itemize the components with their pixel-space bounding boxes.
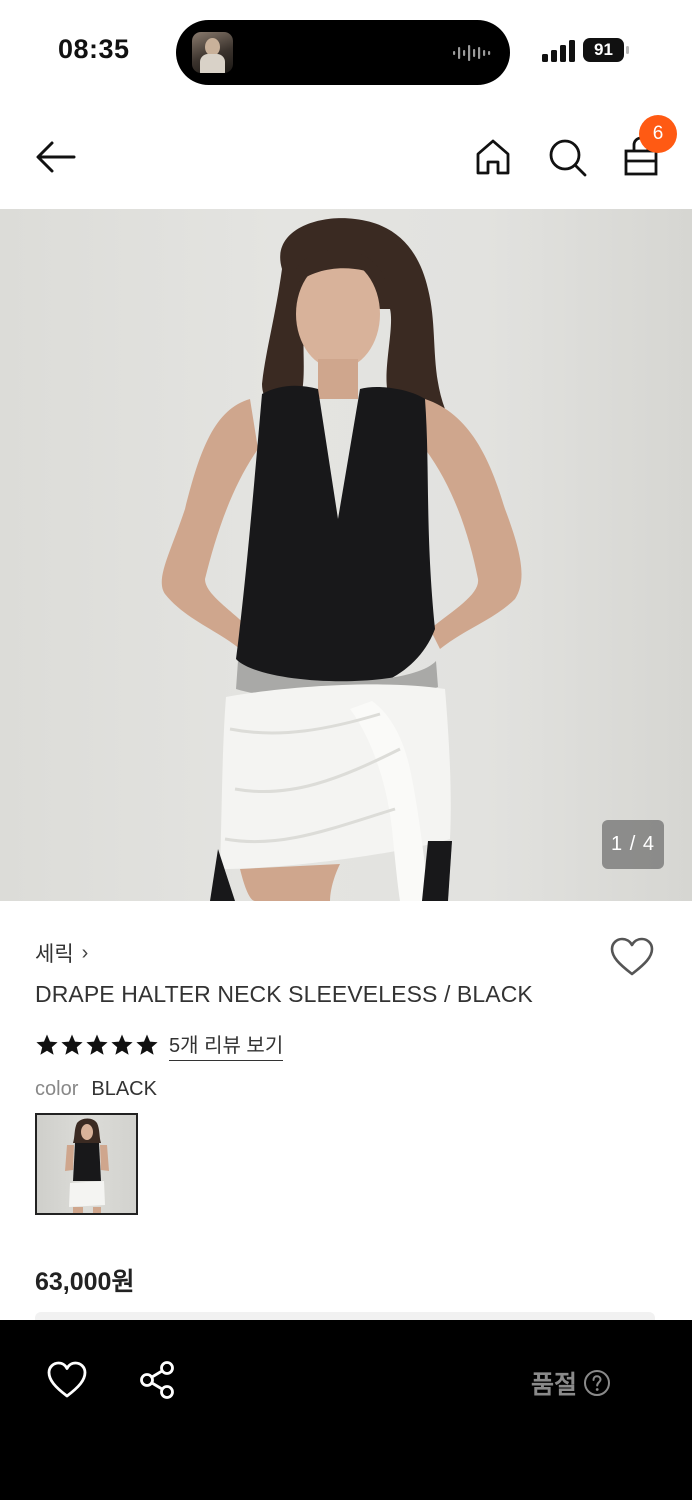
help-circle-icon[interactable] [583,1369,611,1397]
heart-outline-icon[interactable] [46,1360,88,1400]
cellular-signal-icon [542,40,575,62]
heart-icon[interactable] [609,936,655,978]
status-bar: 08:35 91 [0,0,692,104]
chevron-right-icon: › [81,941,89,964]
star-icon [36,1034,58,1055]
product-title: DRAPE HALTER NECK SLEEVELESS / BLACK [35,981,533,1007]
now-playing-thumbnail [192,32,233,73]
star-icon [61,1034,83,1055]
brand-link[interactable]: 세릭 › [35,938,88,968]
color-value: BLACK [91,1078,157,1100]
star-icon [111,1034,133,1055]
top-navigation [0,104,692,209]
product-price: 63,000원 [35,1268,135,1296]
battery-icon: 91 [583,38,629,62]
battery-level: 91 [594,40,613,59]
sold-out-status[interactable]: 품절 [531,1365,611,1401]
swatch-photo [65,1118,109,1213]
share-icon[interactable] [138,1360,178,1400]
audio-waveform-icon [453,45,491,61]
color-swatch-thumbnail[interactable] [35,1113,138,1215]
star-icon [86,1034,108,1055]
brand-name: 세릭 [35,943,74,966]
sold-out-label: 품절 [531,1371,578,1399]
dynamic-island[interactable] [176,20,510,85]
product-photo [161,218,522,901]
color-row: color BLACK [35,1078,157,1101]
home-icon[interactable] [470,134,516,180]
back-arrow-icon[interactable] [30,134,82,180]
status-time: 08:35 [58,34,130,64]
image-page-indicator: 1 / 4 [602,820,664,869]
star-rating [35,1033,159,1057]
rating-row: 5개 리뷰 보기 [35,1029,284,1061]
color-label: color [35,1078,79,1100]
cart-count-badge: 6 [639,115,677,153]
bottom-action-bar: 품절 [0,1320,692,1500]
star-icon [136,1034,158,1055]
view-reviews-link[interactable]: 5개 리뷰 보기 [169,1029,284,1061]
search-icon[interactable] [544,134,590,180]
product-image[interactable] [0,209,692,901]
